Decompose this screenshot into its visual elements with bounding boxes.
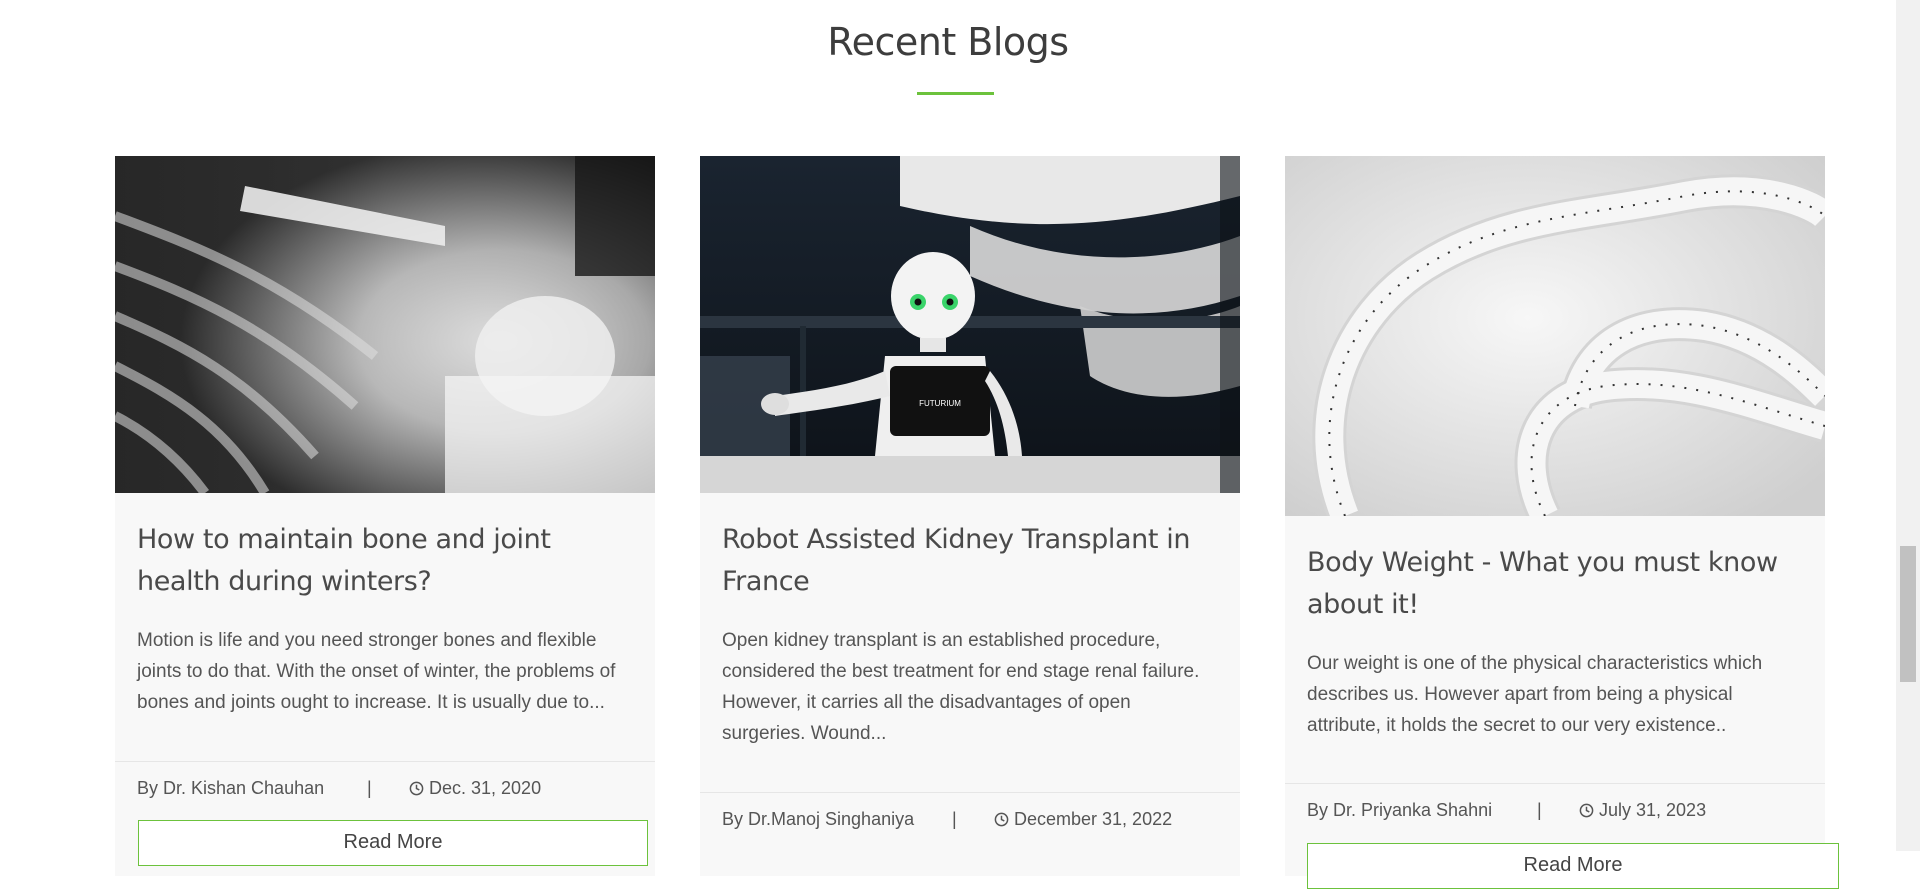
author-name: By Dr. Priyanka Shahni — [1307, 800, 1493, 820]
scrollbar-thumb[interactable] — [1900, 546, 1916, 682]
clock-icon — [994, 812, 1009, 827]
post-date-text: July 31, 2023 — [1599, 800, 1707, 820]
section-title: Recent Blogs — [827, 20, 1069, 64]
meta-separator: | — [367, 778, 372, 798]
blog-excerpt: Motion is life and you need stronger bon… — [137, 630, 616, 713]
blog-excerpt: Our weight is one of the physical charac… — [1307, 653, 1763, 736]
author-name: By Dr.Manoj Singhaniya — [722, 809, 915, 829]
post-date: Dec. 31, 2020 — [409, 778, 541, 799]
x-ray-shoulder-image[interactable] — [115, 156, 655, 493]
clock-icon — [1579, 803, 1594, 818]
robot-chest-label: FUTURIUM — [919, 399, 961, 408]
post-date-text: December 31, 2022 — [1014, 809, 1173, 829]
blog-card-1: How to maintain bone and joint health du… — [115, 156, 655, 876]
card-divider — [700, 792, 1240, 793]
post-date: July 31, 2023 — [1579, 800, 1706, 821]
blog-title[interactable]: How to maintain bone and joint health du… — [137, 519, 633, 603]
measuring-tape-image[interactable] — [1285, 156, 1825, 516]
card-meta: By Dr. Priyanka Shahni | July 31, 2023 — [1307, 800, 1803, 821]
author-name: By Dr. Kishan Chauhan — [137, 778, 325, 798]
blog-card-2: FUTURIUM Robot Assisted Kidney Transplan… — [700, 156, 1240, 876]
blog-excerpt: Open kidney transplant is an established… — [722, 630, 1200, 744]
card-meta: By Dr. Kishan Chauhan | Dec. 31, 2020 — [137, 778, 633, 799]
read-more-button[interactable]: Read More — [138, 820, 648, 866]
clock-icon — [409, 781, 424, 796]
card-meta: By Dr.Manoj Singhaniya | December 31, 20… — [722, 809, 1218, 830]
card-divider — [115, 761, 655, 762]
blog-card-3: Body Weight - What you must know about i… — [1285, 156, 1839, 889]
meta-separator: | — [1537, 800, 1542, 820]
robot-image[interactable]: FUTURIUM — [700, 156, 1240, 493]
scrollbar-track[interactable] — [1896, 0, 1920, 851]
post-date: December 31, 2022 — [994, 809, 1172, 830]
post-date-text: Dec. 31, 2020 — [429, 778, 542, 798]
card-divider — [1285, 783, 1825, 784]
meta-separator: | — [952, 809, 957, 829]
title-underline — [917, 92, 994, 95]
blog-title[interactable]: Robot Assisted Kidney Transplant in Fran… — [722, 519, 1218, 603]
read-more-button[interactable]: Read More — [1307, 843, 1839, 889]
blog-title[interactable]: Body Weight - What you must know about i… — [1307, 542, 1803, 626]
